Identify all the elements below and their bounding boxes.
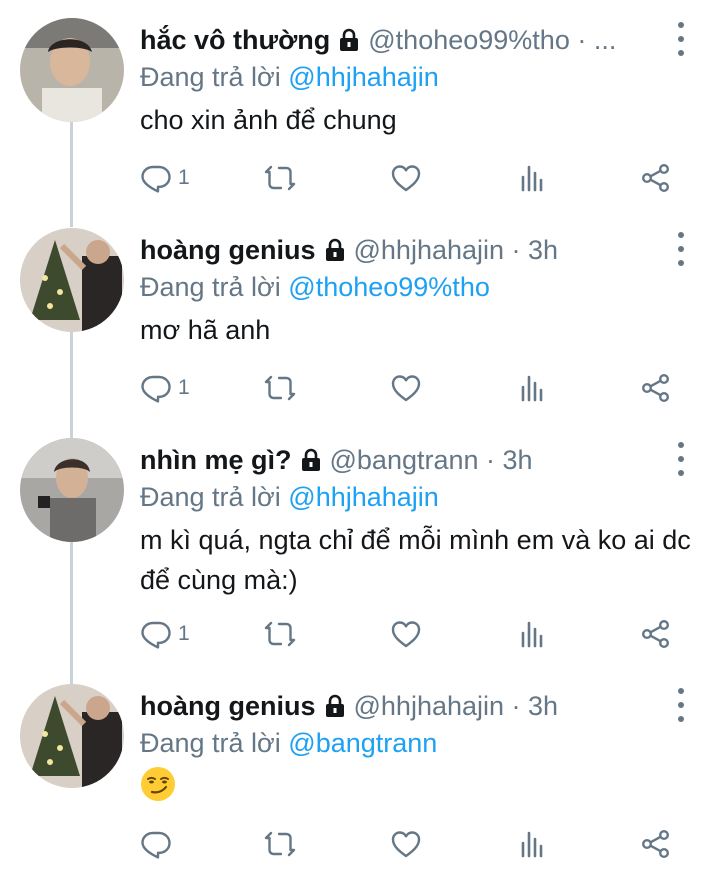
mention-link[interactable]: @hhjhahajin (288, 62, 439, 92)
reply-button[interactable]: 1 (140, 614, 190, 654)
analytics-icon (516, 828, 548, 860)
retweet-icon (264, 162, 296, 194)
replying-to-label: Đang trả lời (140, 728, 281, 758)
more-options-icon[interactable] (673, 22, 689, 56)
reply-icon (140, 828, 172, 860)
share-button[interactable] (640, 824, 672, 864)
like-button[interactable] (390, 824, 422, 864)
mention-link[interactable]: @thoheo99%tho (288, 272, 490, 302)
like-button[interactable] (390, 158, 422, 198)
reply-icon (140, 162, 172, 194)
tweet-actions: 1 (140, 614, 700, 654)
analytics-icon (516, 372, 548, 404)
tweet-text (140, 766, 700, 813)
like-button[interactable] (390, 368, 422, 408)
avatar[interactable] (20, 228, 124, 332)
tweet-header: hắc vô thường @thoheo99%tho · ... (140, 24, 667, 56)
retweet-button[interactable] (264, 824, 296, 864)
share-icon (640, 372, 672, 404)
tweet-actions: 1 (140, 368, 700, 408)
handle[interactable]: @thoheo99%tho · ... (368, 25, 616, 56)
more-options-icon[interactable] (673, 688, 689, 722)
tweet-text: mơ hã anh (140, 315, 271, 345)
like-icon (390, 618, 422, 650)
avatar[interactable] (20, 18, 124, 122)
reply-button[interactable]: 1 (140, 158, 190, 198)
share-button[interactable] (640, 614, 672, 654)
share-icon (640, 162, 672, 194)
analytics-button[interactable] (516, 368, 548, 408)
share-icon (640, 618, 672, 650)
tweet-header: nhìn mẹ gì? @bangtrann · 3h (140, 444, 667, 476)
tweet-header: hoàng genius @hhjhahajin · 3h (140, 690, 667, 722)
lock-icon (324, 694, 346, 718)
display-name[interactable]: hoàng genius (140, 235, 316, 266)
replying-to-label: Đang trả lời (140, 272, 281, 302)
like-button[interactable] (390, 614, 422, 654)
replying-to: Đang trả lời @hhjhahajin (140, 482, 439, 513)
analytics-icon (516, 162, 548, 194)
reply-tweet[interactable]: nhìn mẹ gì? @bangtrann · 3h Đang trả lời… (0, 438, 719, 678)
lock-icon (324, 238, 346, 262)
lock-icon (300, 448, 322, 472)
lock-icon (338, 28, 360, 52)
tweet-text: m kì quá, ngta chỉ để mỗi mình em và ko … (140, 525, 691, 595)
reply-tweet[interactable]: hắc vô thường @thoheo99%tho · ... Đang t… (0, 18, 719, 218)
replying-to-label: Đang trả lời (140, 482, 281, 512)
tweet-actions (140, 824, 700, 864)
reply-count: 1 (178, 376, 190, 399)
more-options-icon[interactable] (673, 442, 689, 476)
smirking-face-emoji (141, 767, 175, 801)
tweet-header: hoàng genius @hhjhahajin · 3h (140, 234, 667, 266)
reply-button[interactable] (140, 824, 172, 864)
retweet-button[interactable] (264, 614, 296, 654)
replying-to: Đang trả lời @hhjhahajin (140, 62, 439, 93)
reply-icon (140, 618, 172, 650)
handle[interactable]: @hhjhahajin · 3h (354, 691, 559, 722)
reply-count: 1 (178, 166, 190, 189)
tweet-text: cho xin ảnh để chung (140, 105, 397, 135)
retweet-button[interactable] (264, 158, 296, 198)
like-icon (390, 162, 422, 194)
retweet-button[interactable] (264, 368, 296, 408)
avatar[interactable] (20, 438, 124, 542)
handle[interactable]: @bangtrann · 3h (330, 445, 533, 476)
display-name[interactable]: hoàng genius (140, 691, 316, 722)
mention-link[interactable]: @bangtrann (288, 728, 437, 758)
replying-to-label: Đang trả lời (140, 62, 281, 92)
handle[interactable]: @hhjhahajin · 3h (354, 235, 559, 266)
tweet-actions: 1 (140, 158, 700, 198)
reply-icon (140, 372, 172, 404)
avatar[interactable] (20, 684, 124, 788)
analytics-button[interactable] (516, 824, 548, 864)
replying-to: Đang trả lời @bangtrann (140, 728, 437, 759)
retweet-icon (264, 372, 296, 404)
share-button[interactable] (640, 158, 672, 198)
retweet-icon (264, 828, 296, 860)
reply-tweet[interactable]: hoàng genius @hhjhahajin · 3h Đang trả l… (0, 684, 719, 882)
like-icon (390, 372, 422, 404)
reply-count: 1 (178, 622, 190, 645)
display-name[interactable]: hắc vô thường (140, 25, 330, 56)
share-icon (640, 828, 672, 860)
replying-to: Đang trả lời @thoheo99%tho (140, 272, 490, 303)
reply-tweet[interactable]: hoàng genius @hhjhahajin · 3h Đang trả l… (0, 228, 719, 428)
analytics-button[interactable] (516, 158, 548, 198)
analytics-button[interactable] (516, 614, 548, 654)
more-options-icon[interactable] (673, 232, 689, 266)
reply-button[interactable]: 1 (140, 368, 190, 408)
share-button[interactable] (640, 368, 672, 408)
display-name[interactable]: nhìn mẹ gì? (140, 445, 292, 476)
retweet-icon (264, 618, 296, 650)
analytics-icon (516, 618, 548, 650)
mention-link[interactable]: @hhjhahajin (288, 482, 439, 512)
like-icon (390, 828, 422, 860)
